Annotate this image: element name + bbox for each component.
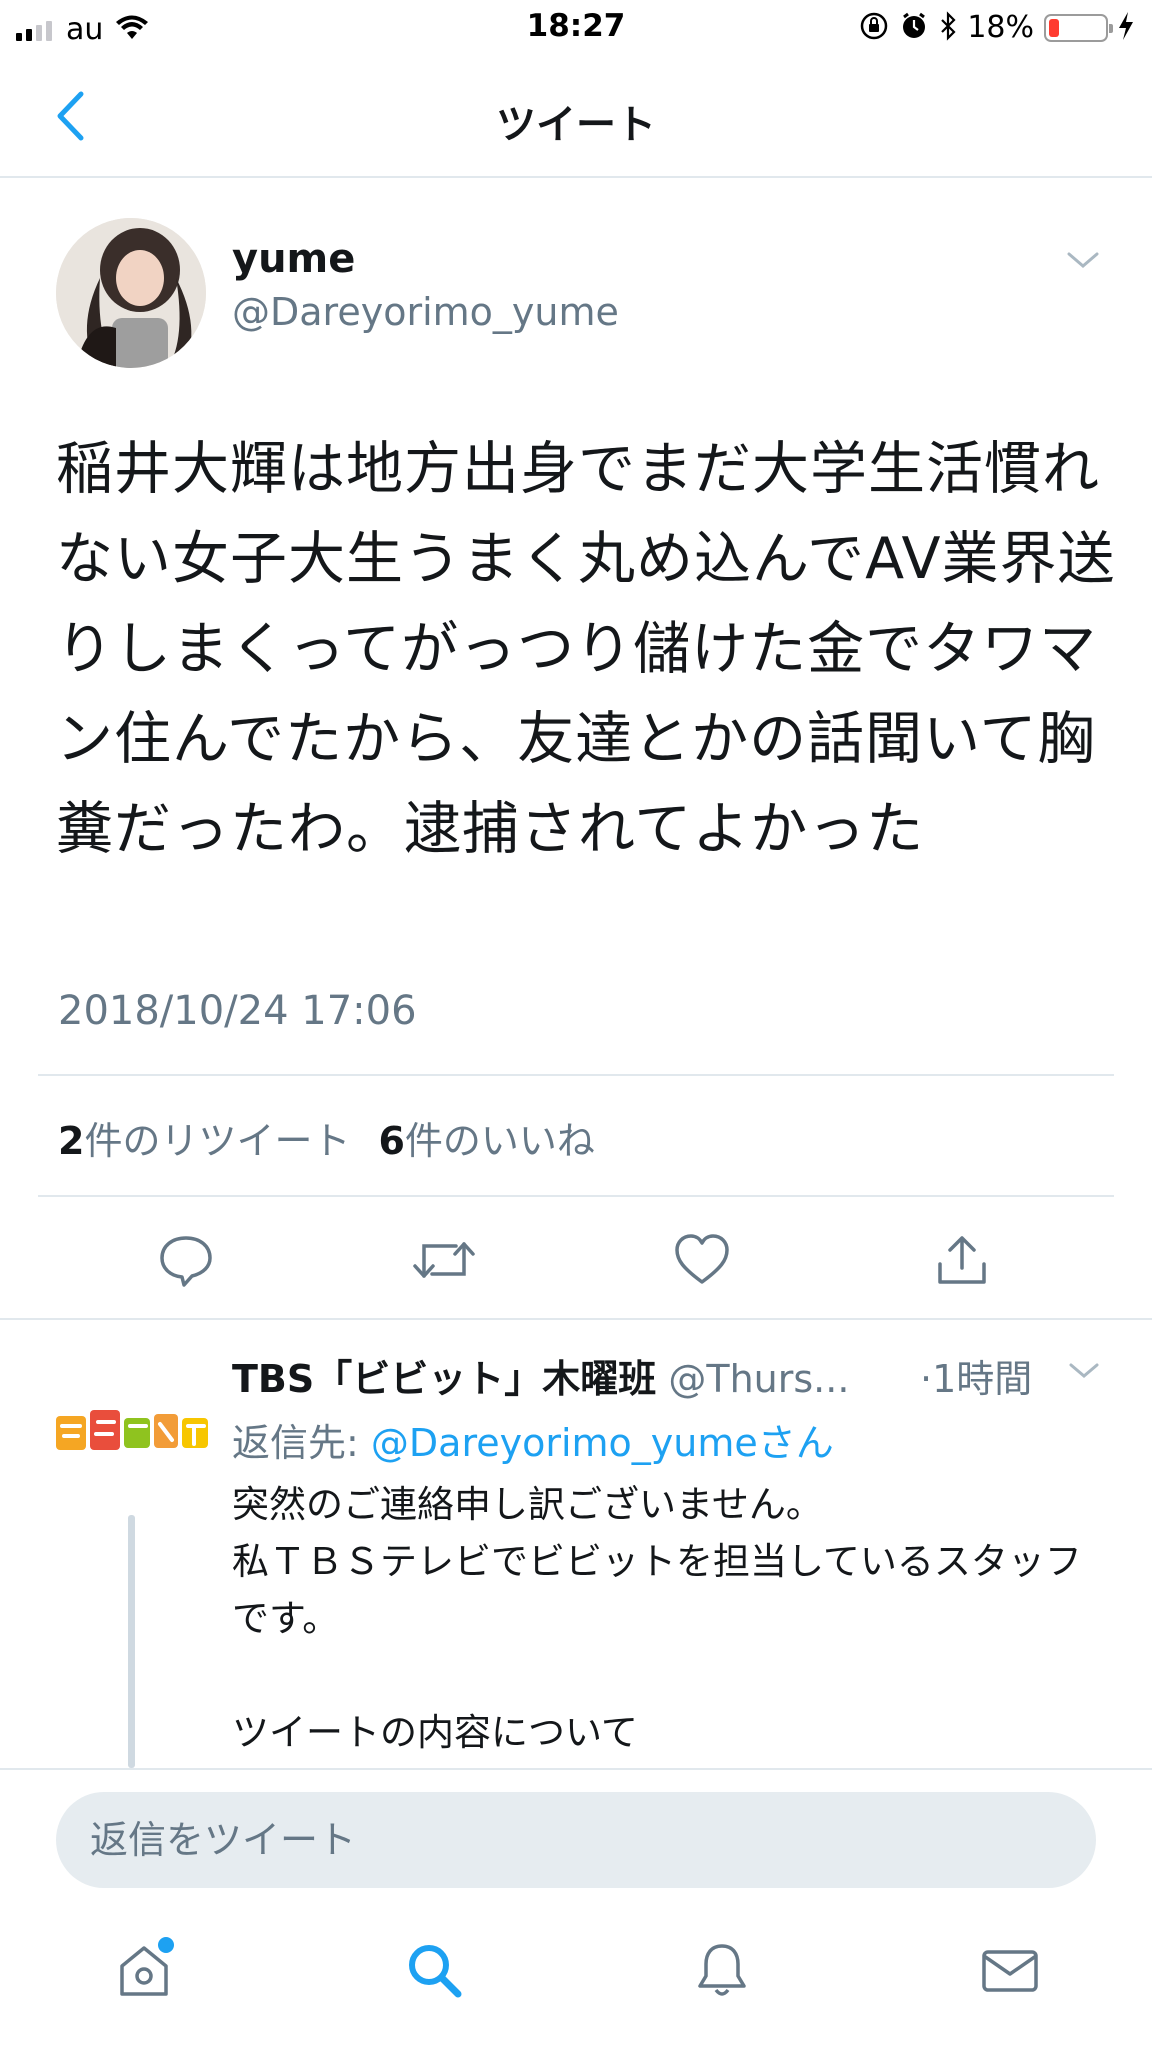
retweet-icon: [413, 1242, 475, 1278]
alarm-icon: [899, 11, 929, 45]
page-title: ツイート: [496, 102, 656, 148]
battery-icon: [1044, 13, 1113, 42]
charging-icon: [1118, 11, 1134, 44]
section-divider: [0, 1318, 1152, 1320]
reply-body: 突然のご連絡申し訳ございません。 私ＴＢＳテレビでビビットを担当しているスタッフ…: [232, 1476, 1092, 1761]
retweet-button[interactable]: [412, 1228, 476, 1292]
reply-line: ツイートの内容について: [232, 1711, 638, 1754]
tweet-text: 稲井大輝は地方出身でまだ大学生活慣れない女子大生うまく丸め込んでAV業界送りしま…: [56, 436, 1116, 862]
nav-bar: ツイート: [0, 58, 1152, 178]
divider: [38, 1074, 1114, 1076]
user-handle[interactable]: @Dareyorimo_yume: [232, 290, 619, 334]
reply-menu-button[interactable]: [1068, 1362, 1100, 1384]
share-icon: [938, 1236, 986, 1284]
divider: [38, 1195, 1114, 1197]
status-bar: au 18:27 18%: [0, 0, 1152, 58]
reply-icon: [160, 1236, 212, 1287]
like-stat[interactable]: 6件のいいね: [378, 1110, 594, 1165]
bluetooth-icon: [939, 10, 957, 45]
reply-line: 私ＴＢＳテレビでビビットを担当しているスタッフです。: [232, 1540, 1082, 1640]
reply-handle[interactable]: @Thurs...: [668, 1357, 849, 1401]
retweet-count: 2: [58, 1119, 85, 1163]
messages-icon: [982, 1950, 1038, 1992]
reply-input[interactable]: [56, 1792, 1096, 1888]
search-icon: [409, 1945, 462, 1998]
like-count: 6: [378, 1119, 405, 1163]
reply-line: [232, 1647, 1092, 1704]
tab-messages[interactable]: [974, 1934, 1046, 2006]
tweet-menu-button[interactable]: [1066, 250, 1100, 274]
display-name[interactable]: yume: [232, 236, 355, 282]
reply-display-name[interactable]: TBS「ビビット」木曜班: [232, 1357, 656, 1401]
orientation-lock-icon: [859, 11, 889, 45]
tweet-timestamp: 2018/10/24 17:06: [58, 988, 417, 1034]
like-label: 件のいいね: [404, 1119, 595, 1163]
reply-to: 返信先: @Dareyorimo_yumeさん: [232, 1412, 834, 1467]
compose-bar: [0, 1768, 1152, 1898]
like-icon: [675, 1234, 729, 1284]
tab-search[interactable]: [398, 1934, 470, 2006]
like-button[interactable]: [670, 1228, 734, 1292]
reply-time: ·1時間: [920, 1357, 1033, 1401]
status-right: 18%: [859, 10, 1134, 45]
chevron-down-icon: [1069, 1363, 1099, 1378]
reply-line: 突然のご連絡申し訳ございません。: [232, 1483, 823, 1526]
reply-button[interactable]: [154, 1228, 218, 1292]
battery-percent: 18%: [967, 10, 1034, 45]
tab-notifications[interactable]: [686, 1934, 758, 2006]
share-button[interactable]: [930, 1228, 994, 1292]
reply-to-mention[interactable]: @Dareyorimo_yumeさん: [371, 1421, 834, 1465]
avatar[interactable]: [56, 218, 206, 368]
chevron-down-icon: [1067, 252, 1099, 268]
tab-bar: [0, 1898, 1152, 2048]
notifications-icon: [698, 1944, 746, 1996]
notification-dot: [158, 1937, 174, 1953]
thread-line: [128, 1515, 135, 1768]
retweet-label: 件のリツイート: [84, 1119, 351, 1163]
reply-avatar[interactable]: [54, 1404, 210, 1464]
tweet-stats: 2件のリツイート 6件のいいね: [58, 1110, 595, 1165]
reply-to-prefix: 返信先:: [232, 1421, 371, 1465]
retweet-stat[interactable]: 2件のリツイート: [58, 1110, 350, 1165]
